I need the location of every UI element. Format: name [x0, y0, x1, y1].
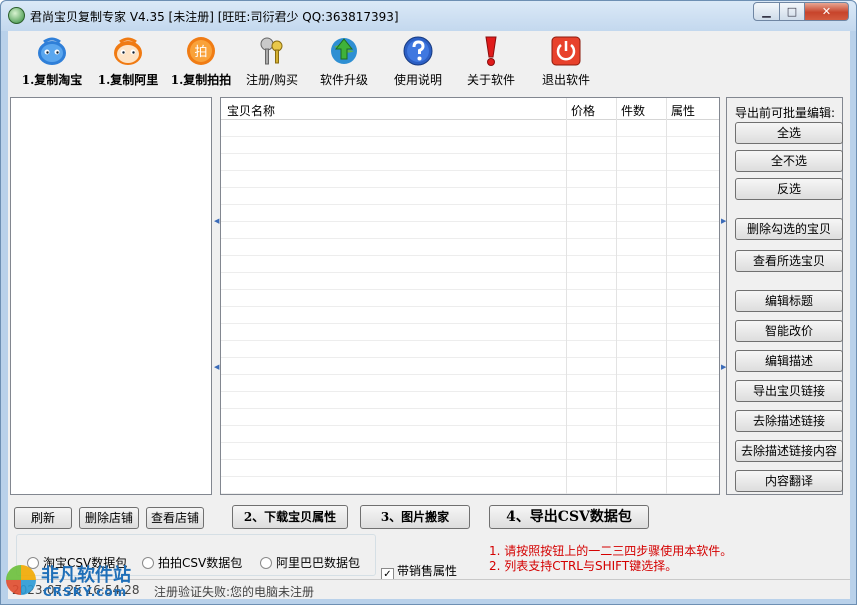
grid-header: 宝贝名称 价格 件数 属性 — [221, 98, 719, 120]
select-all-button[interactable]: 全选 — [735, 122, 843, 144]
image-migration-button[interactable]: 3、图片搬家 — [360, 505, 470, 529]
download-attributes-button[interactable]: 2、下载宝贝属性 — [232, 505, 348, 529]
watermark-name: 非凡软件站 — [41, 565, 131, 586]
copy-paipai-button[interactable]: 拍 1.复制拍拍 — [166, 35, 236, 91]
watermark-logo-icon — [6, 565, 36, 595]
close-button[interactable]: ✕ — [804, 2, 849, 21]
watermark-site: CRSKY.com — [43, 585, 128, 599]
about-label: 关于软件 — [466, 73, 515, 87]
col-header-quantity[interactable]: 件数 — [621, 102, 645, 119]
exit-button[interactable]: 退出软件 — [538, 35, 594, 91]
shop-list[interactable] — [10, 97, 212, 495]
taobao-icon — [38, 37, 66, 65]
maximize-button[interactable]: □ — [779, 2, 805, 21]
help-label: 使用说明 — [393, 73, 442, 87]
app-window: 君尚宝贝复制专家 V4.35 [未注册] [旺旺:司衍君少 QQ:3638173… — [0, 0, 857, 605]
smart-price-button[interactable]: 智能改价 — [735, 320, 843, 342]
with-sales-attributes-label: 带销售属性 — [397, 564, 458, 578]
translate-content-button[interactable]: 内容翻译 — [735, 470, 843, 492]
collapse-left-icon-bottom[interactable]: ◀ — [214, 363, 219, 371]
remove-desc-links-button[interactable]: 去除描述链接 — [735, 410, 843, 432]
radio-dot[interactable] — [260, 557, 272, 569]
grid-rows — [221, 120, 719, 494]
usage-notes: 1. 请按照按钮上的一二三四步骤使用本软件。 2. 列表支持CTRL与SHIFT… — [489, 544, 732, 574]
watermark: 非凡软件站 CRSKY.com — [1, 553, 171, 603]
upgrade-icon — [331, 38, 357, 64]
col-divider — [566, 98, 567, 494]
copy-taobao-button[interactable]: 1.复制淘宝 — [16, 35, 88, 91]
col-divider — [616, 98, 617, 494]
copy-alibaba-label: 1.复制阿里 — [97, 73, 159, 87]
batch-edit-panel: 导出前可批量编辑: 全选 全不选 反选 删除勾选的宝贝 查看所选宝贝 编辑标题 … — [726, 97, 843, 495]
client-area: 1.复制淘宝 1.复制阿里 拍 1.复制拍拍 注册/购买 软件升级 使用说明 关… — [8, 31, 850, 599]
select-none-button[interactable]: 全不选 — [735, 150, 843, 172]
copy-taobao-label: 1.复制淘宝 — [21, 73, 83, 87]
toolbar: 1.复制淘宝 1.复制阿里 拍 1.复制拍拍 注册/购买 软件升级 使用说明 关… — [8, 31, 850, 93]
left-splitter[interactable]: ◀ ◀ — [213, 97, 219, 495]
keys-icon — [260, 37, 283, 65]
export-csv-button[interactable]: 4、导出CSV数据包 — [489, 505, 649, 529]
register-buy-label: 注册/购买 — [245, 73, 299, 87]
exit-icon — [551, 36, 581, 66]
paipai-icon: 拍 — [187, 37, 215, 65]
col-header-attribute[interactable]: 属性 — [671, 102, 695, 119]
upgrade-button[interactable]: 软件升级 — [316, 35, 372, 91]
copy-alibaba-button[interactable]: 1.复制阿里 — [92, 35, 164, 91]
edit-description-button[interactable]: 编辑描述 — [735, 350, 843, 372]
note-line: 1. 请按照按钮上的一二三四步骤使用本软件。 — [489, 544, 733, 558]
register-buy-button[interactable]: 注册/购买 — [242, 35, 302, 91]
view-shop-button[interactable]: 查看店铺 — [146, 507, 204, 529]
about-button[interactable]: 关于软件 — [463, 35, 519, 91]
col-header-name[interactable]: 宝贝名称 — [227, 102, 275, 119]
minimize-button[interactable]: ▁ — [753, 2, 780, 21]
remove-desc-link-content-button[interactable]: 去除描述链接内容 — [735, 440, 843, 462]
radio-alibaba-label: 阿里巴巴数据包 — [276, 556, 361, 570]
delete-shop-button[interactable]: 删除店铺 — [79, 507, 139, 529]
batch-edit-title: 导出前可批量编辑: — [735, 106, 836, 120]
refresh-button[interactable]: 刷新 — [14, 507, 72, 529]
delete-checked-button[interactable]: 删除勾选的宝贝 — [735, 218, 843, 240]
col-header-price[interactable]: 价格 — [571, 102, 595, 119]
note-line: 2. 列表支持CTRL与SHIFT键选择。 — [489, 559, 678, 573]
edit-title-button[interactable]: 编辑标题 — [735, 290, 843, 312]
alibaba-icon — [114, 37, 142, 65]
upgrade-label: 软件升级 — [319, 73, 368, 87]
title-bar[interactable]: 君尚宝贝复制专家 V4.35 [未注册] [旺旺:司衍君少 QQ:3638173… — [1, 1, 856, 31]
export-links-button[interactable]: 导出宝贝链接 — [735, 380, 843, 402]
about-icon — [485, 36, 497, 66]
invert-selection-button[interactable]: 反选 — [735, 178, 843, 200]
exit-label: 退出软件 — [541, 73, 590, 87]
radio-alibaba-pack[interactable]: 阿里巴巴数据包 — [260, 554, 360, 571]
help-icon — [403, 36, 433, 66]
status-message: 注册验证失败:您的电脑未注册 — [154, 585, 315, 599]
paipai-glyph: 拍 — [194, 45, 207, 60]
col-divider — [666, 98, 667, 494]
window-title: 君尚宝贝复制专家 V4.35 [未注册] [旺旺:司衍君少 QQ:3638173… — [30, 10, 399, 24]
app-icon — [8, 7, 25, 24]
help-button[interactable]: 使用说明 — [390, 35, 446, 91]
view-selected-button[interactable]: 查看所选宝贝 — [735, 250, 843, 272]
collapse-left-icon[interactable]: ◀ — [214, 217, 219, 225]
item-grid[interactable]: 宝贝名称 价格 件数 属性 — [220, 97, 720, 495]
copy-paipai-label: 1.复制拍拍 — [170, 73, 232, 87]
